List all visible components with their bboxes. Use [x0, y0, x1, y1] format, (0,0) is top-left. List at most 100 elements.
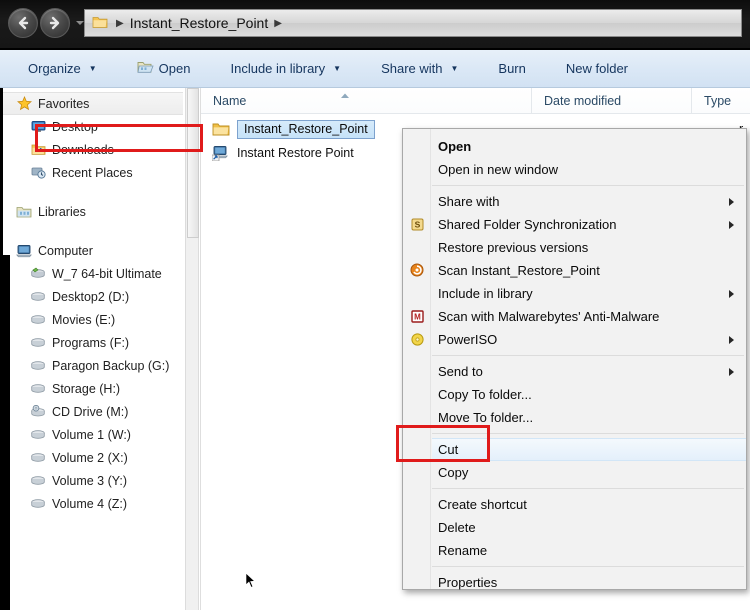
menu-item-include-in-library[interactable]: Include in library [403, 282, 746, 305]
menu-item-copy[interactable]: Copy [403, 461, 746, 484]
explorer-window: ▶ Instant_Restore_Point ▶ Organize ▼ Ope… [0, 0, 750, 610]
menu-item-cut[interactable]: Cut [432, 438, 746, 461]
sidebar-item-label: Desktop [52, 119, 98, 134]
menu-item-properties[interactable]: Properties [403, 571, 746, 594]
malwarebytes-icon: M [409, 308, 425, 324]
scrollbar-thumb[interactable] [187, 88, 199, 238]
sidebar-item-drive-e[interactable]: Movies (E:) [3, 308, 185, 331]
menu-item-copy-to-folder[interactable]: Copy To folder... [403, 383, 746, 406]
toolbar-label: Include in library [230, 61, 326, 76]
menu-separator [432, 355, 744, 356]
sidebar-item-label: CD Drive (M:) [52, 404, 129, 419]
sidebar-item-libraries[interactable]: Libraries [3, 200, 185, 223]
menu-separator [432, 488, 744, 489]
menu-item-label: Create shortcut [438, 497, 527, 512]
menu-item-scan-folder[interactable]: Scan Instant_Restore_Point [403, 259, 746, 282]
sidebar-item-recent-places[interactable]: Recent Places [3, 161, 185, 184]
toolbar-new-folder-button[interactable]: New folder [556, 56, 638, 82]
nav-group-favorites: Favorites Desktop Downloads Recent Place… [3, 92, 185, 184]
menu-item-rename[interactable]: Rename [403, 539, 746, 562]
sidebar-item-volume-4-z[interactable]: Volume 4 (Z:) [3, 492, 185, 515]
menu-item-share-with[interactable]: Share with [403, 190, 746, 213]
menu-item-label: Open in new window [438, 162, 558, 177]
sidebar-item-label: Movies (E:) [52, 312, 116, 327]
shortcut-icon [211, 144, 231, 162]
drive-icon [29, 473, 47, 489]
column-header-date-modified[interactable]: Date modified [531, 88, 691, 113]
toolbar-burn-button[interactable]: Burn [488, 56, 535, 82]
sidebar-item-favorites[interactable]: Favorites [3, 92, 183, 115]
breadcrumb-current-folder[interactable]: Instant_Restore_Point [130, 15, 269, 31]
mouse-cursor-icon [245, 571, 257, 593]
sidebar-item-label: Computer [38, 243, 93, 258]
column-label: Date modified [544, 93, 622, 108]
menu-item-label: PowerISO [438, 332, 498, 347]
breadcrumb-separator-icon-2[interactable]: ▶ [274, 18, 282, 29]
menu-item-label: Delete [438, 520, 476, 535]
cd-drive-icon [29, 404, 47, 420]
toolbar-label: Burn [498, 61, 526, 76]
sidebar-item-desktop[interactable]: Desktop [3, 115, 185, 138]
back-button[interactable] [8, 8, 38, 38]
sidebar-item-label: Volume 4 (Z:) [52, 496, 128, 511]
sidebar-item-drive-d[interactable]: Desktop2 (D:) [3, 285, 185, 308]
sidebar-item-volume-1-w[interactable]: Volume 1 (W:) [3, 423, 185, 446]
navigation-pane-scrollbar[interactable] [185, 88, 199, 610]
menu-item-shared-folder-synchronization[interactable]: S Shared Folder Synchronization [403, 213, 746, 236]
open-folder-icon [137, 60, 154, 78]
sidebar-item-drive-w7[interactable]: W_7 64-bit Ultimate [3, 262, 185, 285]
svg-text:M: M [414, 312, 421, 321]
menu-item-label: Rename [438, 543, 488, 558]
toolbar-share-with-button[interactable]: Share with ▼ [371, 56, 468, 82]
menu-item-label: Shared Folder Synchronization [438, 217, 617, 232]
menu-item-move-to-folder[interactable]: Move To folder... [403, 406, 746, 429]
toolbar-open-button[interactable]: Open [127, 56, 201, 82]
sidebar-item-label: Volume 3 (Y:) [52, 473, 128, 488]
nav-group-libraries: Libraries [3, 200, 185, 223]
menu-item-label: Restore previous versions [438, 240, 589, 255]
menu-item-label: Move To folder... [438, 410, 534, 425]
menu-item-label: Copy To folder... [438, 387, 532, 402]
submenu-arrow-icon [729, 198, 734, 206]
sidebar-item-drive-g[interactable]: Paragon Backup (G:) [3, 354, 185, 377]
drive-icon [29, 427, 47, 443]
menu-item-open-in-new-window[interactable]: Open in new window [403, 158, 746, 181]
submenu-arrow-icon [729, 336, 734, 344]
menu-item-label: Send to [438, 364, 483, 379]
sidebar-item-volume-2-x[interactable]: Volume 2 (X:) [3, 446, 185, 469]
sidebar-item-label: Volume 1 (W:) [52, 427, 131, 442]
menu-item-label: Share with [438, 194, 500, 209]
menu-item-poweriso[interactable]: PowerISO [403, 328, 746, 351]
address-bar[interactable]: ▶ Instant_Restore_Point ▶ [84, 9, 742, 37]
sidebar-item-computer[interactable]: Computer [3, 239, 185, 262]
antivirus-scan-icon [409, 262, 425, 278]
nav-group-computer: Computer W_7 64-bit Ultimate Desktop2 (D… [3, 239, 185, 515]
menu-item-create-shortcut[interactable]: Create shortcut [403, 493, 746, 516]
toolbar-include-in-library-button[interactable]: Include in library ▼ [220, 56, 351, 82]
menu-item-restore-previous-versions[interactable]: Restore previous versions [403, 236, 746, 259]
column-header-name[interactable]: Name [201, 88, 531, 113]
sidebar-item-label: Volume 2 (X:) [52, 450, 128, 465]
toolbar-label: Open [158, 61, 191, 76]
menu-item-delete[interactable]: Delete [403, 516, 746, 539]
sidebar-item-cd-drive-m[interactable]: CD Drive (M:) [3, 400, 185, 423]
toolbar-organize-button[interactable]: Organize ▼ [18, 56, 107, 82]
sidebar-item-label: Storage (H:) [52, 381, 121, 396]
window-titlebar: ▶ Instant_Restore_Point ▶ [0, 0, 750, 48]
menu-item-open[interactable]: Open [403, 135, 746, 158]
navigation-buttons [8, 8, 86, 38]
column-header-type[interactable]: Type [691, 88, 750, 113]
sidebar-item-drive-h[interactable]: Storage (H:) [3, 377, 185, 400]
sidebar-item-label: W_7 64-bit Ultimate [52, 266, 162, 281]
menu-item-send-to[interactable]: Send to [403, 360, 746, 383]
file-name-label[interactable]: Instant Restore Point [237, 146, 354, 160]
menu-item-scan-with-malwarebytes[interactable]: M Scan with Malwarebytes' Anti-Malware [403, 305, 746, 328]
svg-text:S: S [414, 219, 420, 229]
drive-icon [29, 358, 47, 374]
file-name-label[interactable]: Instant_Restore_Point [237, 119, 375, 139]
window-frame-left [0, 255, 10, 610]
sidebar-item-drive-f[interactable]: Programs (F:) [3, 331, 185, 354]
sidebar-item-volume-3-y[interactable]: Volume 3 (Y:) [3, 469, 185, 492]
forward-button[interactable] [40, 8, 70, 38]
sidebar-item-downloads[interactable]: Downloads [3, 138, 185, 161]
